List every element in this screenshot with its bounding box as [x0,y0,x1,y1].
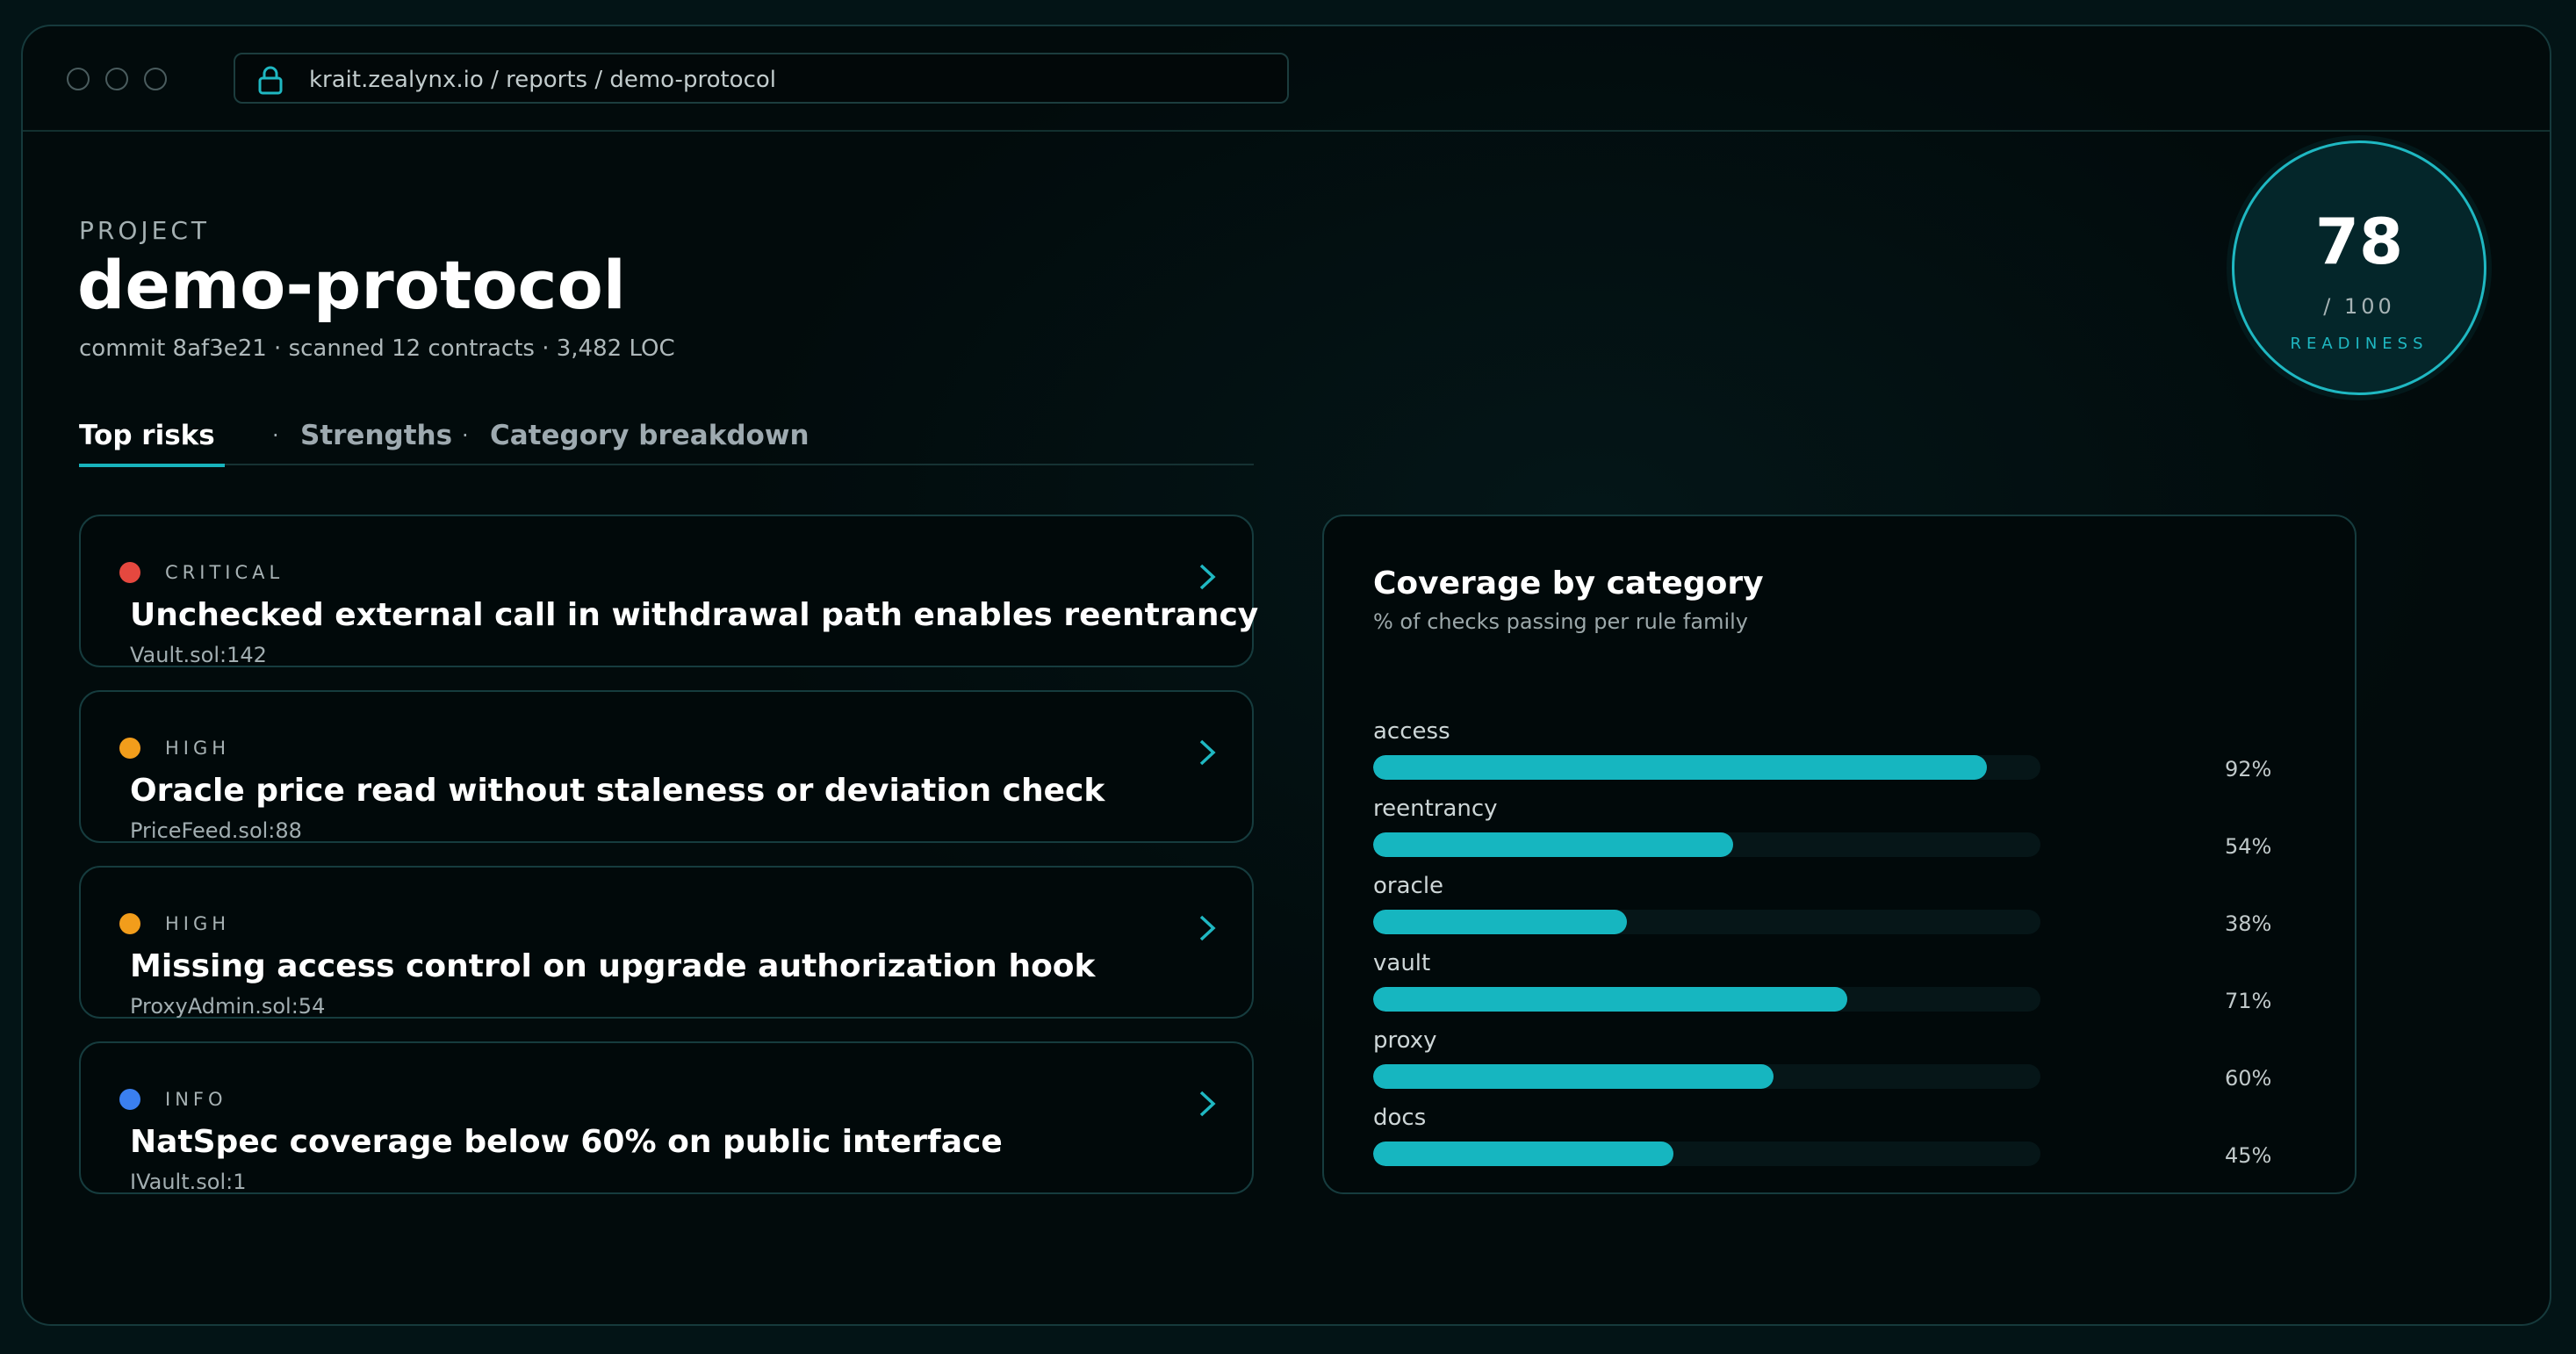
coverage-percent: 92% [2225,757,2272,781]
coverage-row: oracle 38% [1373,873,2313,943]
coverage-label: proxy [1373,1027,1437,1054]
coverage-percent: 60% [2225,1066,2272,1091]
window-minimize-button[interactable] [105,68,128,90]
coverage-bar-fill [1373,1142,1673,1166]
risk-title: Unchecked external call in withdrawal pa… [130,597,1259,633]
tab-strengths[interactable]: Strengths [300,420,452,451]
coverage-bar-track [1373,1142,2040,1166]
coverage-subtitle: % of checks passing per rule family [1373,609,1748,634]
coverage-row: reentrancy 54% [1373,796,2313,866]
risk-card[interactable]: HIGH Missing access control on upgrade a… [79,866,1254,1019]
window-maximize-button[interactable] [144,68,167,90]
coverage-bar-track [1373,987,2040,1012]
score-value: 78 [2314,205,2404,278]
severity-label: HIGH [165,738,231,759]
severity-label: HIGH [165,913,231,934]
coverage-row: docs 45% [1373,1105,2313,1175]
coverage-bar-fill [1373,987,1847,1012]
coverage-label: vault [1373,950,1431,976]
risk-file-location: Vault.sol:142 [130,643,267,667]
risk-title: Missing access control on upgrade author… [130,948,1096,984]
coverage-row: proxy 60% [1373,1027,2313,1098]
risk-card[interactable]: CRITICAL Unchecked external call in with… [79,515,1258,667]
severity-dot [119,738,140,759]
coverage-label: docs [1373,1105,1427,1131]
coverage-bar-fill [1373,910,1627,934]
coverage-label: access [1373,718,1450,745]
severity-dot [119,1089,140,1110]
coverage-row: access 92% [1373,718,2313,789]
coverage-row: vault 71% [1373,950,2313,1020]
coverage-bar-fill [1373,1064,1774,1089]
lock-icon [258,66,283,95]
project-label: PROJECT [79,216,210,245]
coverage-percent: 45% [2225,1143,2272,1168]
risk-file-location: IVault.sol:1 [130,1170,247,1194]
coverage-percent: 71% [2225,989,2272,1013]
window-close-button[interactable] [67,68,90,90]
coverage-bar-track [1373,832,2040,857]
tab-separator: · [462,423,469,448]
coverage-bar-track [1373,1064,2040,1089]
coverage-bar-track [1373,755,2040,780]
url-text: krait.zealynx.io / reports / demo-protoc… [309,67,776,93]
chevron-right-icon[interactable] [1198,738,1217,767]
risk-title: Oracle price read without staleness or d… [130,773,1105,809]
coverage-title: Coverage by category [1373,565,1764,601]
readiness-score-badge: 78 / 100 READINESS [2232,140,2486,395]
coverage-bar-fill [1373,832,1734,857]
tab-category-breakdown[interactable]: Category breakdown [490,420,809,451]
address-bar[interactable]: krait.zealynx.io / reports / demo-protoc… [234,53,1289,104]
report-tabs: Top risks · Strengths · Category breakdo… [79,420,1254,467]
coverage-panel: Coverage by category % of checks passing… [1322,515,2357,1194]
risk-card[interactable]: INFO NatSpec coverage below 60% on publi… [79,1041,1254,1194]
severity-label: CRITICAL [165,562,284,583]
coverage-label: oracle [1373,873,1444,899]
severity-dot [119,562,140,583]
severity-dot [119,913,140,934]
browser-window: krait.zealynx.io / reports / demo-protoc… [21,25,2551,1326]
tab-top-risks[interactable]: Top risks [79,420,215,451]
project-title: demo-protocol [77,246,626,324]
risk-file-location: PriceFeed.sol:88 [130,818,302,843]
coverage-percent: 54% [2225,834,2272,859]
coverage-label: reentrancy [1373,796,1498,822]
severity-label: INFO [165,1089,227,1110]
risk-card[interactable]: HIGH Oracle price read without staleness… [79,690,1254,843]
risk-title: NatSpec coverage below 60% on public int… [130,1124,1003,1160]
tab-separator: · [272,423,279,448]
score-max: / 100 [2323,294,2395,319]
title-bar: krait.zealynx.io / reports / demo-protoc… [23,26,2550,132]
chevron-right-icon[interactable] [1198,1089,1217,1119]
coverage-percent: 38% [2225,911,2272,936]
score-label: READINESS [2290,335,2428,353]
coverage-bar-track [1373,910,2040,934]
active-tab-indicator [79,464,225,467]
chevron-right-icon[interactable] [1198,562,1217,592]
chevron-right-icon[interactable] [1198,913,1217,943]
project-meta: commit 8af3e21 · scanned 12 contracts · … [79,335,675,362]
coverage-bar-fill [1373,755,1988,780]
risk-file-location: ProxyAdmin.sol:54 [130,994,326,1019]
